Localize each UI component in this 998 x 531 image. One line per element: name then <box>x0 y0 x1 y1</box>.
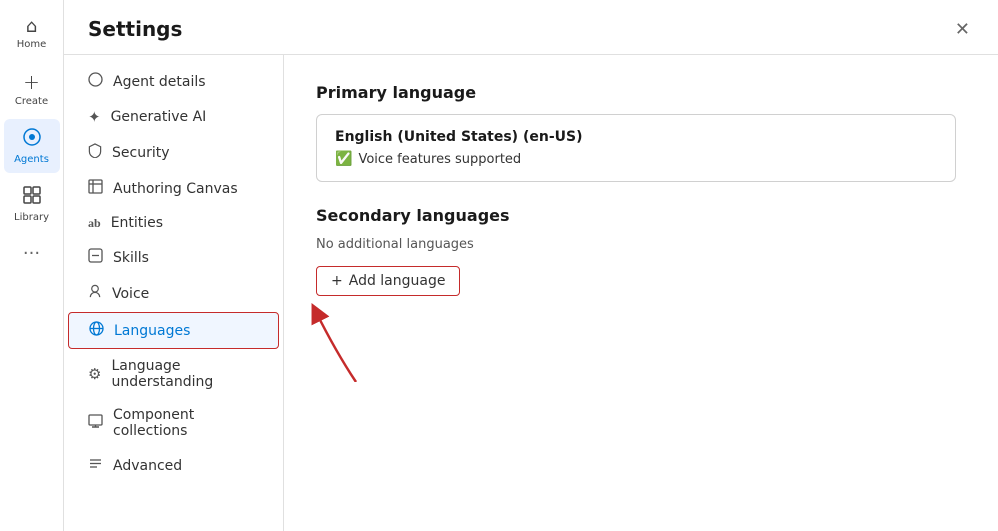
primary-language-name: English (United States) (en-US) <box>335 129 937 145</box>
create-icon: + <box>23 70 40 94</box>
nav-label-agents: Agents <box>14 154 49 165</box>
library-icon <box>22 185 42 210</box>
sidebar-label-generative-ai: Generative AI <box>111 109 207 125</box>
voice-supported-label: Voice features supported <box>358 152 521 167</box>
sidebar-label-security: Security <box>112 145 170 161</box>
agents-icon <box>22 127 42 152</box>
entities-icon: ab <box>88 216 101 231</box>
nav-item-create[interactable]: + Create <box>4 62 60 115</box>
sidebar-item-languages[interactable]: Languages <box>68 312 279 349</box>
language-understanding-icon: ⚙ <box>88 365 101 383</box>
sidebar-item-authoring-canvas[interactable]: Authoring Canvas <box>68 171 279 206</box>
settings-title: Settings <box>88 17 182 41</box>
close-button[interactable]: ✕ <box>951 16 974 42</box>
sidebar-label-language-understanding: Language understanding <box>111 358 259 390</box>
settings-body: Agent details ✦ Generative AI Security A… <box>64 55 998 531</box>
annotation-arrow <box>306 302 366 382</box>
settings-content: Primary language English (United States)… <box>284 55 998 531</box>
skills-icon <box>88 248 103 267</box>
sidebar-item-component-collections[interactable]: Component collections <box>68 399 279 447</box>
settings-header: Settings ✕ <box>64 0 998 55</box>
add-language-container: + Add language <box>316 266 460 296</box>
sidebar-label-voice: Voice <box>112 286 149 302</box>
nav-label-home: Home <box>17 39 47 50</box>
sidebar-item-security[interactable]: Security <box>68 135 279 170</box>
component-collections-icon <box>88 414 103 433</box>
settings-panel: Settings ✕ Agent details ✦ Generative AI… <box>64 0 998 531</box>
primary-language-card: English (United States) (en-US) ✅ Voice … <box>316 114 956 182</box>
sidebar-label-component-collections: Component collections <box>113 407 259 439</box>
sidebar-item-generative-ai[interactable]: ✦ Generative AI <box>68 100 279 134</box>
sidebar-label-advanced: Advanced <box>113 458 182 474</box>
sidebar-item-voice[interactable]: Voice <box>68 276 279 311</box>
sidebar-item-agent-details[interactable]: Agent details <box>68 64 279 99</box>
check-circle-icon: ✅ <box>335 151 352 167</box>
nav-label-create: Create <box>15 96 48 107</box>
add-language-button[interactable]: + Add language <box>316 266 460 296</box>
sidebar-label-skills: Skills <box>113 250 149 266</box>
nav-item-agents[interactable]: Agents <box>4 119 60 173</box>
more-nav-button[interactable]: ··· <box>15 235 48 272</box>
left-nav: ⌂ Home + Create Agents Library ··· <box>0 0 64 531</box>
primary-language-section-title: Primary language <box>316 83 966 102</box>
agent-details-icon <box>88 72 103 91</box>
sidebar-label-agent-details: Agent details <box>113 74 206 90</box>
settings-sidebar: Agent details ✦ Generative AI Security A… <box>64 55 284 531</box>
sidebar-label-entities: Entities <box>111 215 163 231</box>
sidebar-label-languages: Languages <box>114 323 190 339</box>
add-language-label: Add language <box>349 273 446 289</box>
voice-icon <box>88 284 102 303</box>
authoring-canvas-icon <box>88 179 103 198</box>
secondary-languages-section-title: Secondary languages <box>316 206 966 225</box>
sidebar-item-skills[interactable]: Skills <box>68 240 279 275</box>
plus-icon: + <box>331 273 343 289</box>
nav-label-library: Library <box>14 212 49 223</box>
sidebar-label-authoring-canvas: Authoring Canvas <box>113 181 238 197</box>
sidebar-item-language-understanding[interactable]: ⚙ Language understanding <box>68 350 279 398</box>
generative-ai-icon: ✦ <box>88 108 101 126</box>
sidebar-item-entities[interactable]: ab Entities <box>68 207 279 239</box>
languages-icon <box>89 321 104 340</box>
no-languages-text: No additional languages <box>316 237 966 252</box>
voice-supported-row: ✅ Voice features supported <box>335 151 937 167</box>
nav-item-home[interactable]: ⌂ Home <box>4 8 60 58</box>
security-icon <box>88 143 102 162</box>
home-icon: ⌂ <box>26 16 37 37</box>
advanced-icon <box>88 456 103 475</box>
nav-item-library[interactable]: Library <box>4 177 60 231</box>
sidebar-item-advanced[interactable]: Advanced <box>68 448 279 483</box>
